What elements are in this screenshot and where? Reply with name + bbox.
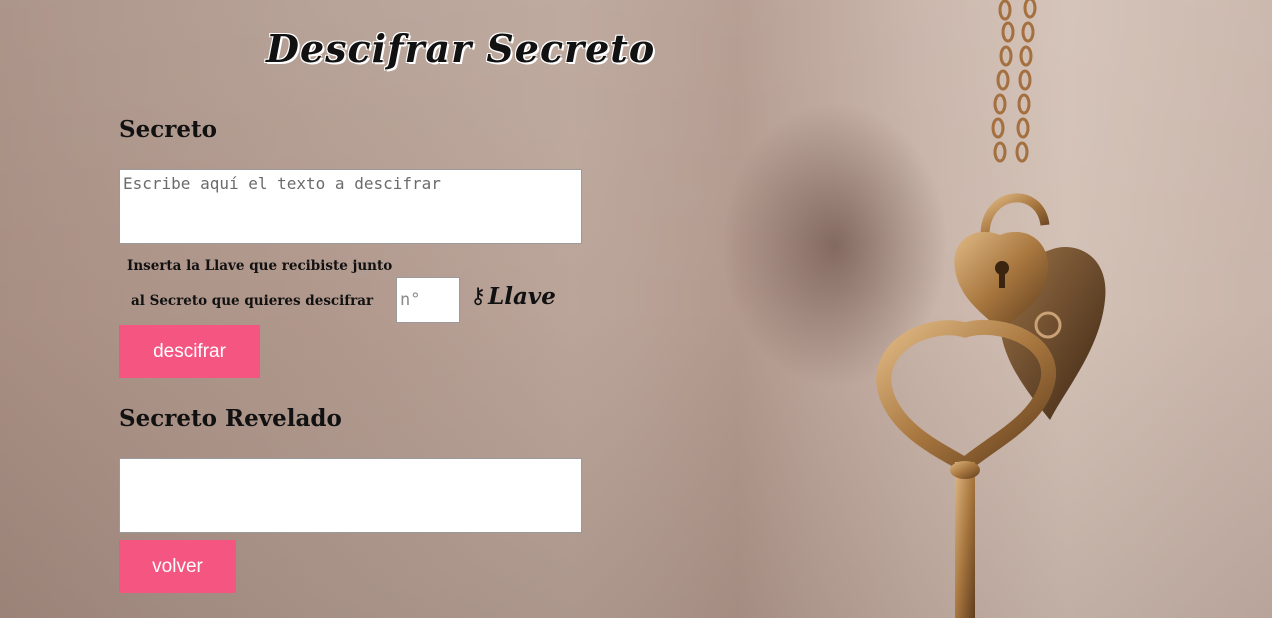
back-button[interactable]: volver <box>119 540 236 593</box>
revealed-heading: Secreto Revelado <box>119 405 342 432</box>
revealed-output[interactable] <box>119 458 582 533</box>
key-tag-label: Llave <box>488 283 556 310</box>
page-title: Descifrar Secreto <box>266 26 656 71</box>
key-number-input[interactable] <box>396 277 460 323</box>
key-instruction-line1: Inserta la Llave que recibiste junto <box>127 258 393 274</box>
heart-key-pendant-image <box>876 0 1106 618</box>
key-icon: ⚷ <box>470 284 487 309</box>
secret-heading: Secreto <box>119 116 217 143</box>
key-instruction-line2: al Secreto que quieres descifrar <box>131 293 374 309</box>
decrypt-button[interactable]: descifrar <box>119 325 260 378</box>
key-tag: ⚷ Llave <box>470 283 556 310</box>
secret-input[interactable] <box>119 169 582 244</box>
